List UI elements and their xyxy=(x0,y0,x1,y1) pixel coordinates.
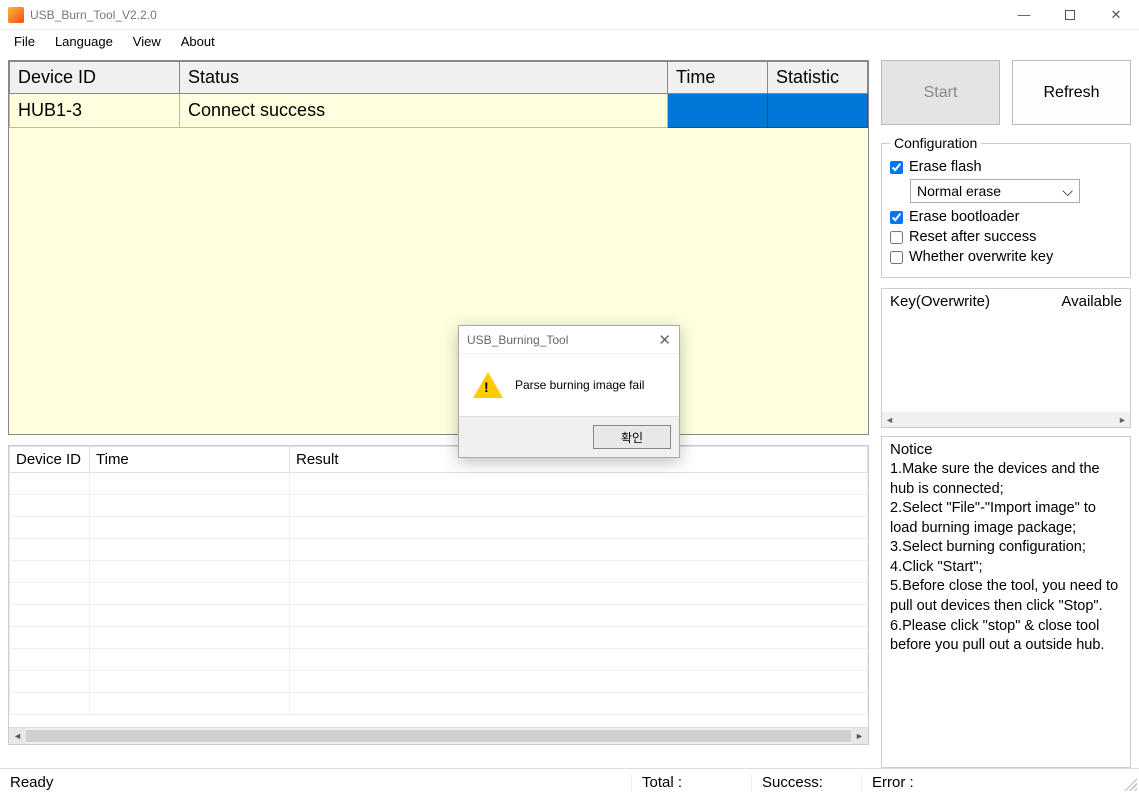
erase-flash-label: Erase flash xyxy=(909,159,982,175)
reset-after-success-row[interactable]: Reset after success xyxy=(890,229,1122,245)
resize-grip-icon[interactable] xyxy=(1121,775,1137,791)
menu-file[interactable]: File xyxy=(4,32,45,51)
reset-checkbox[interactable] xyxy=(890,231,903,244)
key-col-overwrite: Key(Overwrite) xyxy=(890,293,990,310)
device-status-cell: Connect success xyxy=(180,94,668,128)
device-time-cell xyxy=(668,94,768,128)
dialog-ok-button[interactable]: 확인 xyxy=(593,425,671,449)
status-total: Total : xyxy=(631,774,751,791)
device-table: Device ID Status Time Statistic HUB1-3 C… xyxy=(8,60,869,435)
maximize-button[interactable] xyxy=(1047,0,1093,29)
notice-line: 2.Select "File"-"Import image" to load b… xyxy=(890,499,1122,538)
scroll-left-icon[interactable]: ◄ xyxy=(9,728,26,744)
configuration-legend: Configuration xyxy=(890,135,981,151)
overwrite-key-row[interactable]: Whether overwrite key xyxy=(890,249,1122,265)
scroll-right-icon[interactable]: ► xyxy=(1115,413,1130,427)
minimize-button[interactable]: — xyxy=(1001,0,1047,29)
status-error: Error : xyxy=(861,774,1121,791)
menu-bar: File Language View About xyxy=(0,30,1139,52)
window-controls: — ✕ xyxy=(1001,0,1139,29)
status-ready: Ready xyxy=(0,774,631,791)
notice-body: 1.Make sure the devices and the hub is c… xyxy=(890,460,1122,656)
erase-mode-value: Normal erase xyxy=(917,183,1001,199)
start-button[interactable]: Start xyxy=(881,60,1000,125)
erase-bootloader-label: Erase bootloader xyxy=(909,209,1019,225)
menu-about[interactable]: About xyxy=(171,32,225,51)
notice-line: 5.Before close the tool, you need to pul… xyxy=(890,577,1122,616)
notice-line: 3.Select burning configuration; xyxy=(890,538,1122,558)
app-icon xyxy=(8,7,24,23)
chevron-down-icon: ⌵ xyxy=(1062,183,1073,200)
table-row[interactable] xyxy=(10,561,868,583)
scroll-right-icon[interactable]: ► xyxy=(851,728,868,744)
refresh-button[interactable]: Refresh xyxy=(1012,60,1131,125)
device-table-header-time[interactable]: Time xyxy=(668,62,768,94)
table-row[interactable] xyxy=(10,649,868,671)
table-row[interactable] xyxy=(10,671,868,693)
key-hscrollbar[interactable]: ◄ ► xyxy=(882,412,1130,427)
key-panel: Key(Overwrite) Available ◄ ► xyxy=(881,288,1131,428)
notice-title: Notice xyxy=(886,441,937,458)
close-button[interactable]: ✕ xyxy=(1093,0,1139,29)
dialog-close-button[interactable]: ✕ xyxy=(658,331,671,349)
results-header-time[interactable]: Time xyxy=(90,447,290,473)
device-table-header-statistic[interactable]: Statistic xyxy=(768,62,868,94)
table-row[interactable] xyxy=(10,583,868,605)
table-row[interactable] xyxy=(10,473,868,495)
table-row[interactable] xyxy=(10,517,868,539)
status-bar: Ready Total : Success: Error : xyxy=(0,768,1139,796)
dialog-message: Parse burning image fail xyxy=(515,378,644,392)
table-row[interactable] xyxy=(10,605,868,627)
erase-bootloader-row[interactable]: Erase bootloader xyxy=(890,209,1122,225)
overwrite-checkbox[interactable] xyxy=(890,251,903,264)
reset-label: Reset after success xyxy=(909,229,1036,245)
results-table: Device ID Time Result ◄ ► xyxy=(8,445,869,745)
title-bar: USB_Burn_Tool_V2.2.0 — ✕ xyxy=(0,0,1139,30)
configuration-panel: Configuration Erase flash Normal erase ⌵… xyxy=(881,135,1131,278)
results-hscrollbar[interactable]: ◄ ► xyxy=(9,727,868,744)
key-col-available: Available xyxy=(1061,293,1122,310)
window-title: USB_Burn_Tool_V2.2.0 xyxy=(30,8,1001,22)
overwrite-label: Whether overwrite key xyxy=(909,249,1053,265)
table-row[interactable] xyxy=(10,495,868,517)
menu-language[interactable]: Language xyxy=(45,32,123,51)
notice-panel: Notice 1.Make sure the devices and the h… xyxy=(881,436,1131,768)
erase-bootloader-checkbox[interactable] xyxy=(890,211,903,224)
results-header-id[interactable]: Device ID xyxy=(10,447,90,473)
device-id-cell: HUB1-3 xyxy=(10,94,180,128)
scroll-left-icon[interactable]: ◄ xyxy=(882,413,897,427)
table-row[interactable] xyxy=(10,693,868,715)
erase-flash-row[interactable]: Erase flash xyxy=(890,159,1122,175)
notice-line: 6.Please click "stop" & close tool befor… xyxy=(890,617,1122,656)
menu-view[interactable]: View xyxy=(123,32,171,51)
notice-line: 1.Make sure the devices and the hub is c… xyxy=(890,460,1122,499)
erase-flash-checkbox[interactable] xyxy=(890,161,903,174)
table-row[interactable] xyxy=(10,539,868,561)
erase-mode-dropdown[interactable]: Normal erase ⌵ xyxy=(910,179,1080,203)
warning-icon xyxy=(473,372,503,398)
table-row[interactable]: HUB1-3 Connect success xyxy=(10,94,868,128)
error-dialog: USB_Burning_Tool ✕ Parse burning image f… xyxy=(458,325,680,458)
device-table-header-id[interactable]: Device ID xyxy=(10,62,180,94)
status-success: Success: xyxy=(751,774,861,791)
scroll-thumb[interactable] xyxy=(26,730,851,742)
dialog-title: USB_Burning_Tool xyxy=(467,333,568,347)
device-statistic-cell xyxy=(768,94,868,128)
table-row[interactable] xyxy=(10,627,868,649)
device-table-header-status[interactable]: Status xyxy=(180,62,668,94)
notice-line: 4.Click "Start"; xyxy=(890,558,1122,578)
